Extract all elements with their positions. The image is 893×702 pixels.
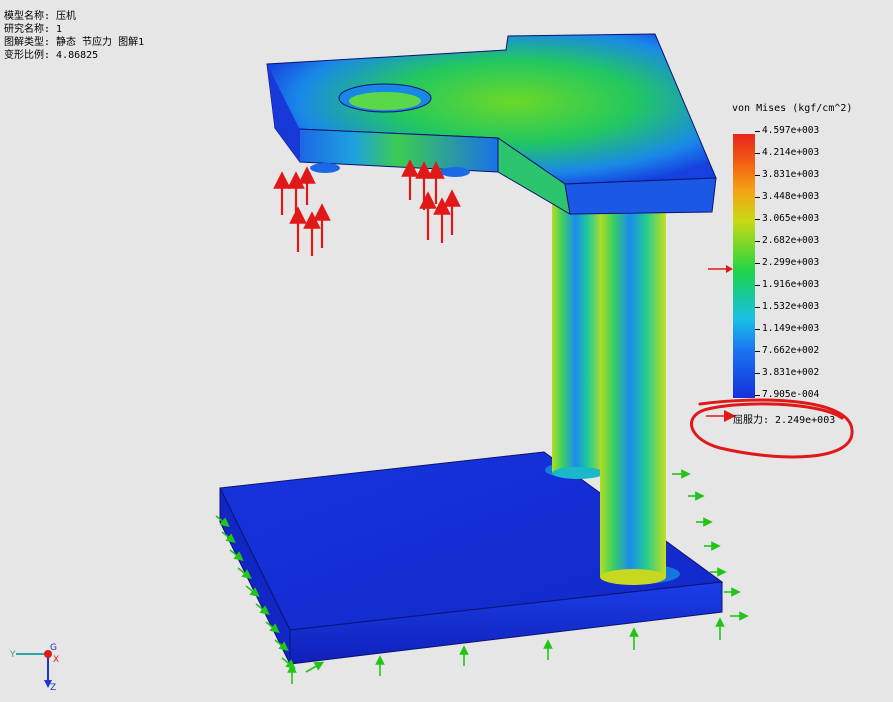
triad-x-label: X [53,655,59,665]
colorbar-tick-mark [755,285,760,286]
colorbar-tick-label: 3.831e+003 [762,169,820,180]
colorbar-tick-label: 3.448e+003 [762,191,820,202]
yield-strength-label: 屈服力: 2.249e+003 [733,415,836,426]
colorbar-tick-label: 2.682e+003 [762,235,820,246]
colorbar-tick-label: 4.214e+003 [762,147,820,158]
colorbar-tick-label: 3.831e+002 [762,367,820,378]
colorbar-tick-mark [755,153,760,154]
colorbar-tick-mark [755,241,760,242]
colorbar-tick-mark [755,197,760,198]
colorbar-tick-label: 1.532e+003 [762,301,820,312]
plot-type-label: 图解类型: 静态 节应力 图解1 [4,37,145,48]
column-front[interactable] [600,205,666,585]
colorbar-tick-mark [755,351,760,352]
yield-indicator-arrow [708,265,733,273]
colorbar-tick-mark [755,131,760,132]
colorbar-tick-label: 7.662e+002 [762,345,820,356]
colorbar-tick-label: 4.597e+003 [762,125,820,136]
triad-g-label: G [50,643,57,653]
colorbar-tick-label: 2.299e+003 [762,257,820,268]
triad-z-label: Z [50,683,56,692]
top-plate[interactable] [266,33,717,215]
colorbar-tick-mark [755,219,760,220]
colorbar-tick-label: 1.149e+003 [762,323,820,334]
deformation-scale-label: 变形比例: 4.86825 [4,50,99,61]
colorbar-tick-mark [755,307,760,308]
colorbar-tick-mark [755,395,760,396]
load-arrows [273,159,461,256]
legend-title: von Mises (kgf/cm^2) [732,103,853,114]
colorbar-tick-label: 7.905e-004 [762,389,820,400]
column-back[interactable] [552,190,604,479]
annotation-circle [690,398,854,459]
axis-triad[interactable]: Y G X Z [8,640,78,692]
colorbar-tick-label: 3.065e+003 [762,213,820,224]
study-name-label: 研究名称: 1 [4,24,63,35]
study-info: 模型名称: 压机 研究名称: 1 图解类型: 静态 节应力 图解1 变形比例: … [4,10,144,62]
colorbar-tick-mark [755,329,760,330]
model-name-label: 模型名称: 压机 [4,11,77,22]
colorbar-tick-mark [755,263,760,264]
colorbar-tick-label: 1.916e+003 [762,279,820,290]
stress-colorbar[interactable] [733,134,755,398]
colorbar-tick-mark [755,175,760,176]
colorbar-tick-mark [755,373,760,374]
triad-y-label: Y [9,650,16,660]
